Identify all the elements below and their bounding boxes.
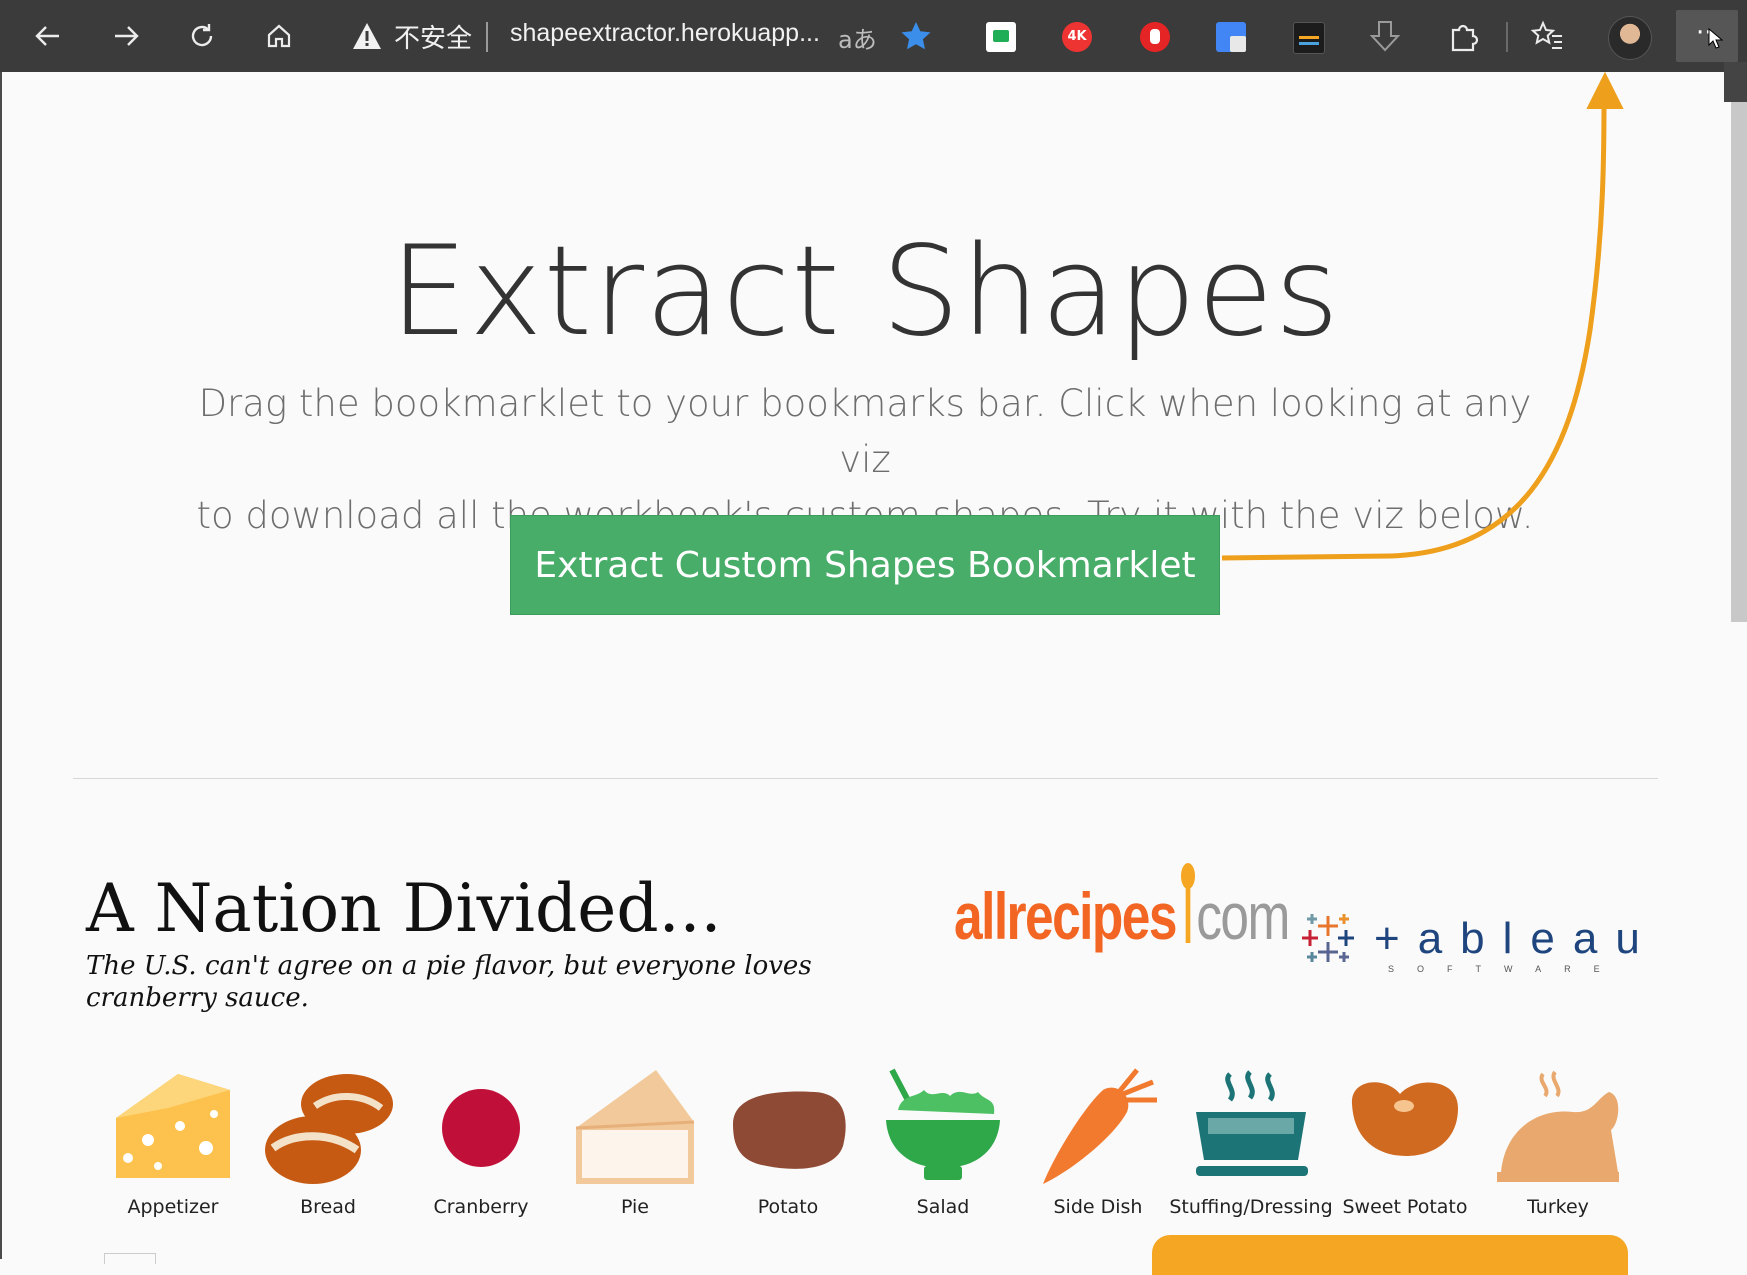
arrow-right-icon xyxy=(115,26,139,46)
steaming-pot-icon xyxy=(1196,1070,1308,1176)
tooltip-fragment xyxy=(1724,62,1747,102)
back-button[interactable] xyxy=(22,10,74,62)
url-text[interactable]: shapeextractor.herokuapp... xyxy=(510,19,820,48)
mouse-cursor-icon xyxy=(1708,28,1724,49)
hero-title: Extract Shapes xyxy=(389,220,1341,364)
spoon-icon xyxy=(1180,863,1195,943)
shape-label: Potato xyxy=(757,1196,819,1218)
arrow-left-icon xyxy=(35,26,59,46)
allrecipes-logo[interactable]: allrecipes com xyxy=(954,863,1290,954)
refresh-icon xyxy=(191,24,213,47)
shape-item[interactable]: Salad xyxy=(868,1068,1018,1228)
shape-item[interactable]: Sweet Potato xyxy=(1330,1068,1480,1228)
shape-label: Cranberry xyxy=(433,1196,529,1218)
favorites-list-icon[interactable] xyxy=(1530,20,1564,52)
viz-title: A Nation Divided... xyxy=(86,870,722,947)
shape-label: Appetizer xyxy=(127,1196,219,1218)
turkey-icon xyxy=(1497,1070,1619,1182)
extension-chat-icon[interactable] xyxy=(986,22,1016,52)
more-options-button[interactable]: ·· xyxy=(1676,10,1738,62)
shape-label: Stuffing/Dressing xyxy=(1169,1196,1333,1218)
extension-4k-icon[interactable]: 4K xyxy=(1062,22,1092,52)
shape-item[interactable]: Stuffing/Dressing xyxy=(1169,1068,1333,1228)
security-status[interactable]: 不安全 xyxy=(394,18,472,55)
carrot-icon xyxy=(1043,1068,1157,1184)
cranberry-icon xyxy=(442,1089,520,1167)
shape-label: Turkey xyxy=(1527,1196,1589,1218)
potato-icon xyxy=(733,1091,846,1169)
warning-icon xyxy=(353,23,381,49)
tableau-plus-icon xyxy=(1302,914,1354,962)
read-aloud-icon[interactable]: aあ xyxy=(838,20,877,55)
home-icon xyxy=(267,24,291,48)
extensions-puzzle-icon[interactable] xyxy=(1447,20,1479,52)
refresh-button[interactable] xyxy=(176,10,228,62)
shape-item[interactable]: Pie xyxy=(560,1068,710,1228)
shape-item[interactable]: Turkey xyxy=(1483,1068,1633,1228)
shape-legend: Appetizer Bread Cranberry Pie Potato Sal… xyxy=(98,1068,1628,1228)
shape-item[interactable]: Bread xyxy=(253,1068,403,1228)
allrecipes-com: com xyxy=(1196,879,1290,953)
allrecipes-brand: allrecipes xyxy=(954,879,1178,953)
salad-bowl-icon xyxy=(886,1068,1000,1180)
tableau-wordmark: +ableau xyxy=(1374,914,1658,963)
shape-label: Salad xyxy=(916,1196,970,1218)
bread-icon xyxy=(265,1074,393,1184)
extension-dark-icon[interactable] xyxy=(1293,22,1325,54)
download-arrow-icon[interactable] xyxy=(1370,20,1400,52)
extension-adblock-icon[interactable] xyxy=(1140,22,1170,52)
shape-item[interactable]: Potato xyxy=(713,1068,863,1228)
hero-subtitle-line1: Drag the bookmarklet to your bookmarks b… xyxy=(198,382,1532,481)
address-divider xyxy=(486,22,488,52)
cheese-icon xyxy=(116,1074,230,1178)
pie-slice-icon xyxy=(575,1070,695,1184)
shape-label: Bread xyxy=(300,1196,356,1218)
toolbar-divider xyxy=(1506,22,1508,52)
section-divider xyxy=(73,778,1658,779)
shape-label: Side Dish xyxy=(1053,1196,1143,1218)
favorite-star-icon[interactable] xyxy=(900,20,932,52)
extension-translate-icon[interactable] xyxy=(1216,22,1246,52)
home-button[interactable] xyxy=(253,10,305,62)
profile-avatar[interactable] xyxy=(1608,16,1652,60)
viz-subtitle: The U.S. can't agree on a pie flavor, bu… xyxy=(86,951,812,1013)
shape-item[interactable]: Appetizer xyxy=(98,1068,248,1228)
shape-label: Sweet Potato xyxy=(1342,1196,1468,1218)
bookmarklet-button[interactable]: Extract Custom Shapes Bookmarklet xyxy=(510,515,1220,615)
shape-label: Pie xyxy=(620,1196,649,1218)
page-scrollbar[interactable] xyxy=(1731,102,1747,622)
sweet-potato-icon xyxy=(1351,1082,1458,1156)
forward-button[interactable] xyxy=(100,10,152,62)
shape-item[interactable]: Side Dish xyxy=(1023,1068,1173,1228)
shape-item[interactable]: Cranberry xyxy=(406,1068,556,1228)
tableau-software: SOFTWARE xyxy=(1388,964,1623,974)
viz-bar-fragment xyxy=(1152,1235,1628,1275)
browser-toolbar: 不安全 shapeextractor.herokuapp... aあ 4K ·· xyxy=(0,0,1747,72)
